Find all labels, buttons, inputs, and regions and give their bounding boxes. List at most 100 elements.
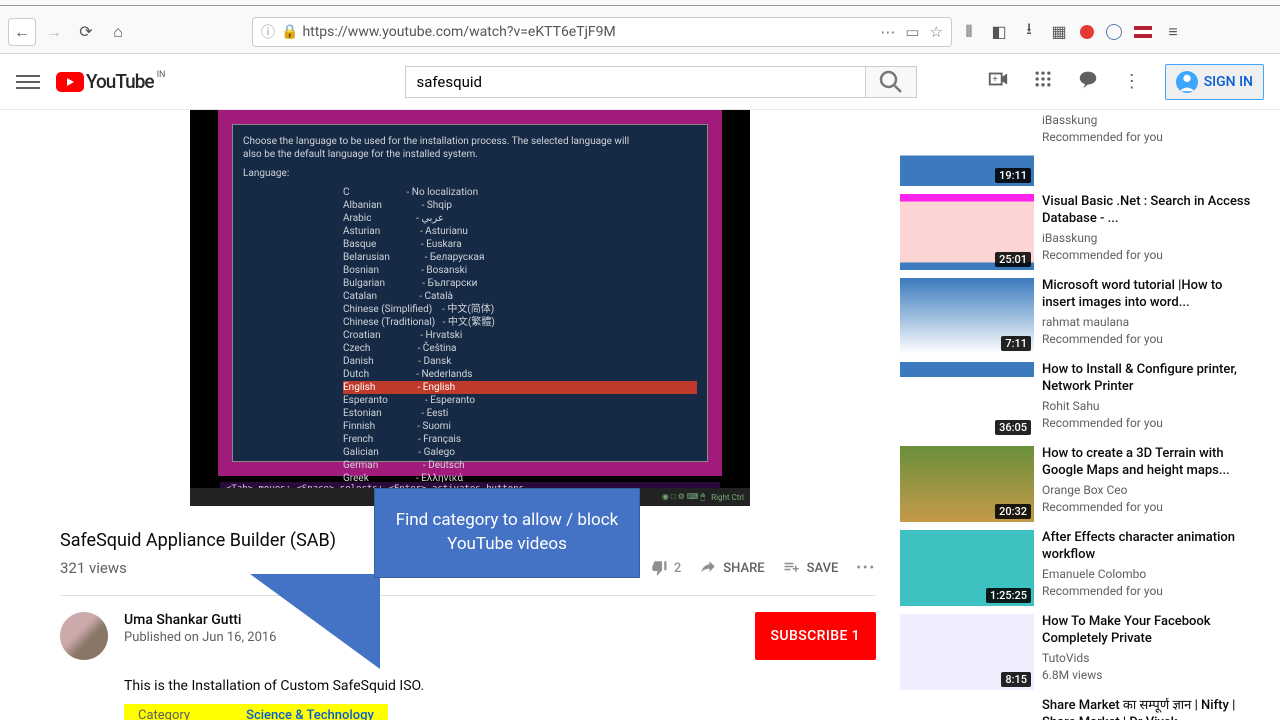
forward-button[interactable]: → [40, 18, 68, 46]
person-icon [1176, 71, 1198, 93]
share-button[interactable]: SHARE [699, 559, 764, 577]
browser-chrome: ← → ⟳ ⌂ ⓘ 🔒 https://www.youtube.com/watc… [0, 0, 1280, 54]
video-player[interactable]: Choose the language to be used for the i… [190, 110, 750, 506]
home-button[interactable]: ⌂ [104, 18, 132, 46]
apps-icon[interactable] [1033, 69, 1053, 94]
language-list: C - No localizationAlbanian - ShqipArabi… [343, 186, 697, 485]
recommendation-item[interactable]: 7:11 Microsoft word tutorial |How to ins… [900, 278, 1252, 354]
thumbnail: 25:01 [900, 194, 1034, 270]
sidebar-icon[interactable]: ◧ [990, 23, 1008, 41]
recommendation-meta: Recommended for you [1042, 416, 1252, 430]
recommendation-meta: Recommended for you [1042, 332, 1252, 346]
thumbnail: 8:15 [900, 614, 1034, 690]
save-button[interactable]: SAVE [783, 559, 839, 577]
create-icon[interactable]: + [987, 68, 1009, 95]
recommendation-item[interactable]: SHARE MARKET Share Market का सम्पूर्ण ज्… [900, 698, 1252, 720]
site-info-icon[interactable]: ⓘ [261, 22, 275, 42]
subscribe-button[interactable]: SUBSCRIBE 1 [755, 612, 876, 660]
back-button[interactable]: ← [8, 18, 36, 46]
share-label: SHARE [723, 561, 764, 576]
thumbnail: 20:32 [900, 446, 1034, 522]
recommendation-meta: Recommended for you [1042, 248, 1252, 262]
settings-menu-icon[interactable]: ⋮ [1123, 71, 1141, 92]
recommendation-item[interactable]: 20:32 How to create a 3D Terrain with Go… [900, 446, 1252, 522]
recommendation-channel: iBasskung [1042, 231, 1252, 245]
logo-text: YouTube [86, 70, 154, 93]
recommendation-item[interactable]: 19:11 iBasskung Recommended for you [900, 110, 1252, 186]
language-row: Czech - Čeština [343, 342, 697, 355]
language-row: Chinese (Simplified) - 中文(简体) [343, 303, 697, 316]
recommendation-channel: iBasskung [1042, 113, 1163, 127]
extension-icon-1[interactable]: ▦ [1050, 23, 1068, 41]
extension-icon-4[interactable] [1134, 26, 1152, 38]
duration-badge: 19:11 [995, 168, 1031, 183]
reload-button[interactable]: ⟳ [72, 18, 100, 46]
channel-avatar[interactable] [60, 612, 108, 660]
duration-badge: 25:01 [995, 252, 1031, 267]
star-icon[interactable]: ☆ [930, 23, 943, 41]
language-row: English - English [343, 381, 697, 394]
library-icon[interactable]: ⫴ [960, 23, 978, 41]
thumbnail: SHARE MARKET [900, 698, 1034, 720]
lock-icon: 🔒 [281, 24, 298, 40]
category-label: Category [138, 708, 190, 720]
main-content: Choose the language to be used for the i… [0, 110, 1280, 720]
messages-icon[interactable] [1077, 68, 1099, 95]
recommendation-meta: Recommended for you [1042, 500, 1252, 514]
more-icon[interactable]: ⋯ [880, 23, 895, 41]
recommendation-text: How to Install & Configure printer, Netw… [1042, 362, 1252, 438]
language-row: Albanian - Shqip [343, 199, 697, 212]
vm-frame: Choose the language to be used for the i… [218, 110, 722, 476]
address-bar[interactable]: ⓘ 🔒 https://www.youtube.com/watch?v=eKTT… [252, 17, 952, 47]
language-row: German - Deutsch [343, 459, 697, 472]
recommendation-channel: Orange Box Ceo [1042, 483, 1252, 497]
recommendation-channel: Rohit Sahu [1042, 399, 1252, 413]
installer-label: Language: [243, 167, 697, 180]
recommendation-item[interactable]: 36:05 How to Install & Configure printer… [900, 362, 1252, 438]
language-row: Estonian - Eesti [343, 407, 697, 420]
recommendations-sidebar: 19:11 iBasskung Recommended for you 25:0… [900, 110, 1280, 720]
recommendation-text: Microsoft word tutorial |How to insert i… [1042, 278, 1252, 354]
svg-text:+: + [992, 75, 997, 85]
dislike-button[interactable]: 2 [650, 559, 681, 577]
recommendation-title: How to create a 3D Terrain with Google M… [1042, 446, 1252, 480]
language-row: French - Français [343, 433, 697, 446]
recommendation-title: Share Market का सम्पूर्ण ज्ञान | Nifty |… [1042, 698, 1252, 720]
reader-icon[interactable]: ▭ [905, 23, 919, 41]
recommendation-meta: Recommended for you [1042, 130, 1163, 144]
youtube-logo[interactable]: YouTube IN [56, 70, 165, 93]
channel-row: Uma Shankar Gutti Published on Jun 16, 2… [60, 612, 876, 660]
duration-badge: 7:11 [1001, 336, 1031, 351]
search-icon [866, 67, 916, 97]
hamburger-menu[interactable] [16, 70, 40, 94]
more-actions-button[interactable]: ••• [856, 561, 876, 576]
language-row: Dutch - Nederlands [343, 368, 697, 381]
recommendation-item[interactable]: 8:15 How To Make Your Facebook Completel… [900, 614, 1252, 690]
download-icon[interactable]: ⭳ [1020, 23, 1038, 41]
recommendation-title: After Effects character animation workfl… [1042, 530, 1252, 564]
recommendation-text: How to create a 3D Terrain with Google M… [1042, 446, 1252, 522]
recommendation-channel: Emanuele Colombo [1042, 567, 1252, 581]
signin-button[interactable]: SIGN IN [1165, 64, 1264, 100]
language-row: C - No localization [343, 186, 697, 199]
view-count: 321 views [60, 559, 127, 577]
extension-icon-2[interactable] [1080, 25, 1094, 39]
language-row: Croatian - Hrvatski [343, 329, 697, 342]
duration-badge: 36:05 [995, 420, 1031, 435]
primary-column: Choose the language to be used for the i… [0, 110, 900, 720]
category-link[interactable]: Science & Technology [246, 708, 374, 720]
search-button[interactable] [865, 66, 917, 98]
extension-icon-3[interactable] [1106, 24, 1122, 40]
recommendation-item[interactable]: 25:01 Visual Basic .Net : Search in Acce… [900, 194, 1252, 270]
video-description: This is the Installation of Custom SafeS… [124, 678, 876, 694]
installer-prompt: Choose the language to be used for the i… [243, 135, 697, 161]
browser-menu-icon[interactable]: ≡ [1164, 23, 1182, 41]
play-icon [56, 72, 84, 92]
search-input[interactable] [405, 66, 865, 98]
search-form [405, 66, 917, 98]
recommendation-item[interactable]: 1:25:25 After Effects character animatio… [900, 530, 1252, 606]
recommendation-title: Microsoft word tutorial |How to insert i… [1042, 278, 1252, 312]
category-row: Category Science & Technology [124, 704, 388, 720]
language-row: Bulgarian - Български [343, 277, 697, 290]
duration-badge: 20:32 [995, 504, 1031, 519]
